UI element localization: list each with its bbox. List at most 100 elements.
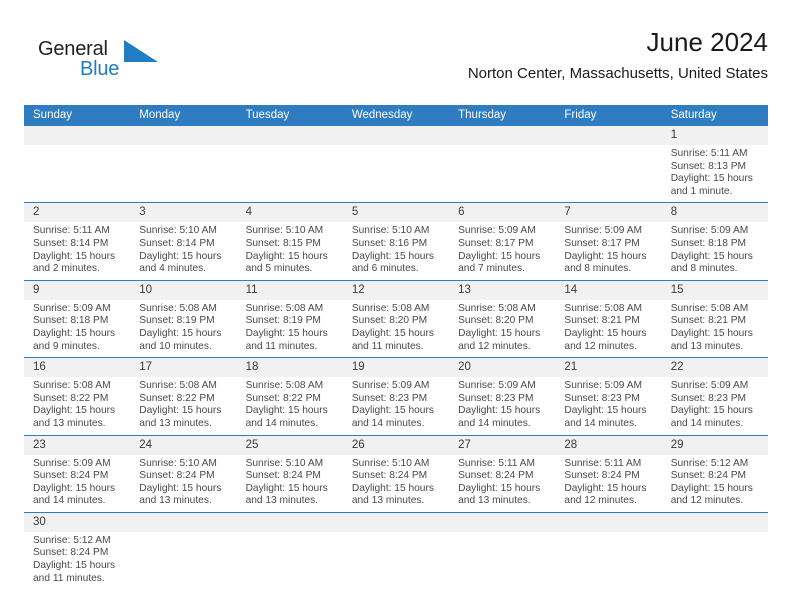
- calendar-page: General Blue June 2024 Norton Center, Ma…: [0, 0, 792, 612]
- calendar-day-cell[interactable]: 8 Sunrise: 5:09 AM Sunset: 8:18 PM Daylight…: [661, 203, 768, 279]
- calendar-day-details: Sunrise: 5:10 AM Sunset: 8:24 PM Daylight:…: [130, 455, 236, 512]
- daylight-text: Daylight: 15 hours and 4 minutes.: [139, 250, 222, 275]
- calendar-day-cell[interactable]: 16 Sunrise: 5:08 AM Sunset: 8:22 PM Dayligh…: [24, 358, 131, 434]
- sunrise-text: Sunrise: 5:12 AM: [670, 457, 749, 469]
- sunset-text: Sunset: 8:23 PM: [458, 392, 534, 404]
- calendar-day-cell[interactable]: 14 Sunrise: 5:08 AM Sunset: 8:21 PM Dayligh…: [555, 280, 662, 357]
- calendar-day-details: Sunrise: 5:08 AM Sunset: 8:19 PM Daylight:…: [130, 300, 236, 357]
- calendar-day-number: 20: [449, 358, 556, 378]
- sunrise-text: Sunrise: 5:10 AM: [139, 225, 217, 237]
- sunset-text: Sunset: 8:24 PM: [33, 470, 109, 482]
- weekday-header-tuesday: Tuesday: [245, 109, 290, 121]
- calendar-day-cell[interactable]: 11 Sunrise: 5:08 AM Sunset: 8:19 PM Dayligh…: [236, 280, 343, 357]
- sunset-text: Sunset: 8:21 PM: [670, 315, 747, 327]
- daylight-text: Daylight: 15 hours and 7 minutes.: [458, 250, 541, 275]
- calendar-day-number: 9: [24, 280, 131, 300]
- calendar-day-cell[interactable]: 28 Sunrise: 5:11 AM Sunset: 8:24 PM Dayligh…: [555, 435, 662, 512]
- calendar-day-details: Sunrise: 5:08 AM Sunset: 8:21 PM Daylight:…: [662, 300, 768, 357]
- daylight-text: Daylight: 15 hours and 13 minutes.: [245, 482, 328, 507]
- calendar-day-details: Sunrise: 5:09 AM Sunset: 8:18 PM Daylight:…: [662, 222, 768, 279]
- calendar-day-details: Sunrise: 5:08 AM Sunset: 8:22 PM Daylight:…: [130, 377, 236, 434]
- calendar-day-cell[interactable]: 18 Sunrise: 5:08 AM Sunset: 8:22 PM Dayligh…: [236, 358, 343, 434]
- calendar-day-cell[interactable]: 17 Sunrise: 5:08 AM Sunset: 8:22 PM Dayligh…: [130, 358, 237, 434]
- weekday-header-sunday: Sunday: [33, 109, 73, 121]
- calendar-day-cell[interactable]: 22 Sunrise: 5:09 AM Sunset: 8:23 PM Dayligh…: [661, 358, 768, 434]
- calendar-day-cell[interactable]: 13 Sunrise: 5:08 AM Sunset: 8:20 PM Dayligh…: [449, 280, 556, 357]
- calendar-day-details: Sunrise: 5:08 AM Sunset: 8:22 PM Daylight:…: [24, 377, 130, 434]
- calendar-day-cell[interactable]: 27 Sunrise: 5:11 AM Sunset: 8:24 PM Dayligh…: [449, 435, 556, 512]
- calendar-day-cell[interactable]: 24 Sunrise: 5:10 AM Sunset: 8:24 PM Dayligh…: [130, 435, 237, 512]
- sunrise-text: Sunrise: 5:11 AM: [670, 148, 748, 159]
- calendar-day-cell[interactable]: 10 Sunrise: 5:08 AM Sunset: 8:19 PM Dayligh…: [130, 280, 237, 357]
- calendar-day-cell[interactable]: 29 Sunrise: 5:12 AM Sunset: 8:24 PM Dayligh…: [661, 435, 768, 512]
- daylight-text: Daylight: 15 hours and 9 minutes.: [33, 327, 116, 352]
- sunrise-text: Sunrise: 5:08 AM: [458, 302, 536, 314]
- sunrise-text: Sunrise: 5:08 AM: [351, 302, 430, 314]
- calendar-day-details: Sunrise: 5:08 AM Sunset: 8:20 PM Daylight:…: [449, 300, 555, 357]
- calendar-day-cell-empty: [24, 126, 131, 202]
- calendar-day-number: [661, 512, 768, 532]
- sunrise-text: Sunrise: 5:09 AM: [33, 302, 111, 314]
- calendar-day-number: 3: [130, 203, 237, 223]
- calendar-day-number: 18: [236, 358, 343, 378]
- daylight-text: Daylight: 15 hours and 6 minutes.: [351, 250, 434, 275]
- calendar-day-cell[interactable]: 7 Sunrise: 5:09 AM Sunset: 8:17 PM Daylight…: [555, 203, 662, 279]
- calendar-day-cell[interactable]: 1 Sunrise: 5:11 AM Sunset: 8:13 PM Daylight…: [661, 126, 768, 202]
- calendar-day-cell[interactable]: 2 Sunrise: 5:11 AM Sunset: 8:14 PM Daylight…: [24, 203, 131, 279]
- sunrise-text: Sunrise: 5:08 AM: [245, 380, 324, 392]
- location-subtitle: Norton Center, Massachusetts, United Sta…: [467, 65, 768, 82]
- sunrise-text: Sunrise: 5:08 AM: [670, 302, 749, 314]
- sunset-text: Sunset: 8:24 PM: [33, 547, 109, 559]
- daylight-text: Daylight: 15 hours and 2 minutes.: [33, 250, 116, 275]
- calendar-day-number: 2: [24, 203, 131, 223]
- weekday-header-thursday: Thursday: [458, 109, 507, 121]
- calendar-day-number: [236, 512, 343, 532]
- calendar-week-row: 1 Sunrise: 5:11 AM Sunset: 8:13 PM Daylight…: [24, 126, 768, 204]
- calendar-day-cell[interactable]: 26 Sunrise: 5:10 AM Sunset: 8:24 PM Dayligh…: [342, 435, 450, 512]
- daylight-text: Daylight: 15 hours and 11 minutes.: [245, 327, 328, 352]
- calendar-day-number: [130, 512, 237, 532]
- calendar-day-cell-empty: [130, 126, 237, 202]
- daylight-text: Daylight: 15 hours and 14 minutes.: [245, 405, 328, 429]
- calendar-day-cell[interactable]: 5 Sunrise: 5:10 AM Sunset: 8:16 PM Daylight…: [342, 203, 450, 279]
- sunrise-text: Sunrise: 5:11 AM: [564, 457, 642, 469]
- calendar-day-number: 11: [236, 280, 343, 300]
- calendar-day-number: 4: [236, 203, 343, 223]
- calendar-day-number: 13: [449, 280, 556, 300]
- calendar-day-cell-empty: [661, 512, 768, 589]
- calendar-day-details: Sunrise: 5:12 AM Sunset: 8:24 PM Daylight:…: [24, 532, 130, 589]
- sunrise-text: Sunrise: 5:09 AM: [458, 225, 536, 237]
- brand-logo[interactable]: General Blue: [38, 38, 158, 90]
- calendar-day-cell[interactable]: 12 Sunrise: 5:08 AM Sunset: 8:20 PM Dayligh…: [342, 280, 450, 357]
- calendar-day-number: 19: [342, 358, 450, 378]
- daylight-text: Daylight: 15 hours and 13 minutes.: [351, 482, 434, 507]
- calendar-day-cell[interactable]: 30 Sunrise: 5:12 AM Sunset: 8:24 PM Dayligh…: [24, 512, 131, 589]
- calendar-day-cell[interactable]: 3 Sunrise: 5:10 AM Sunset: 8:14 PM Daylight…: [130, 203, 237, 279]
- title-block: June 2024 Norton Center, Massachusetts, …: [468, 26, 768, 84]
- weekday-header-friday: Friday: [564, 109, 597, 121]
- sunrise-text: Sunrise: 5:08 AM: [564, 302, 642, 314]
- calendar-day-cell[interactable]: 4 Sunrise: 5:10 AM Sunset: 8:15 PM Daylight…: [236, 203, 343, 279]
- daylight-text: Daylight: 15 hours and 8 minutes.: [670, 250, 753, 275]
- calendar-day-number: [342, 512, 450, 532]
- calendar-day-cell[interactable]: 15 Sunrise: 5:08 AM Sunset: 8:21 PM Dayligh…: [661, 280, 768, 357]
- daylight-text: Daylight: 15 hours and 13 minutes.: [458, 482, 541, 507]
- calendar-day-cell[interactable]: 23 Sunrise: 5:09 AM Sunset: 8:24 PM Dayligh…: [24, 435, 131, 512]
- calendar-day-details: Sunrise: 5:09 AM Sunset: 8:23 PM Daylight:…: [449, 377, 555, 434]
- daylight-text: Daylight: 15 hours and 12 minutes.: [670, 482, 753, 507]
- calendar-day-details: Sunrise: 5:12 AM Sunset: 8:24 PM Daylight:…: [662, 455, 768, 512]
- calendar-day-cell[interactable]: 19 Sunrise: 5:09 AM Sunset: 8:23 PM Dayligh…: [342, 358, 450, 434]
- calendar-day-cell[interactable]: 9 Sunrise: 5:09 AM Sunset: 8:18 PM Daylight…: [24, 280, 131, 357]
- calendar-day-number: [236, 126, 343, 145]
- calendar-day-details: Sunrise: 5:09 AM Sunset: 8:18 PM Daylight:…: [24, 300, 130, 357]
- calendar-day-number: 12: [342, 280, 450, 300]
- calendar-day-cell[interactable]: 20 Sunrise: 5:09 AM Sunset: 8:23 PM Dayligh…: [449, 358, 556, 434]
- calendar-day-cell[interactable]: 21 Sunrise: 5:09 AM Sunset: 8:23 PM Dayligh…: [555, 358, 662, 434]
- calendar-day-number: 21: [555, 358, 662, 378]
- calendar-day-cell[interactable]: 25 Sunrise: 5:10 AM Sunset: 8:24 PM Dayligh…: [236, 435, 343, 512]
- sunset-text: Sunset: 8:19 PM: [139, 315, 215, 327]
- calendar-week-row: 30 Sunrise: 5:12 AM Sunset: 8:24 PM Dayligh…: [24, 512, 768, 589]
- sunset-text: Sunset: 8:20 PM: [458, 315, 534, 327]
- sunset-text: Sunset: 8:21 PM: [564, 315, 640, 327]
- calendar-day-cell[interactable]: 6 Sunrise: 5:09 AM Sunset: 8:17 PM Daylight…: [449, 203, 556, 279]
